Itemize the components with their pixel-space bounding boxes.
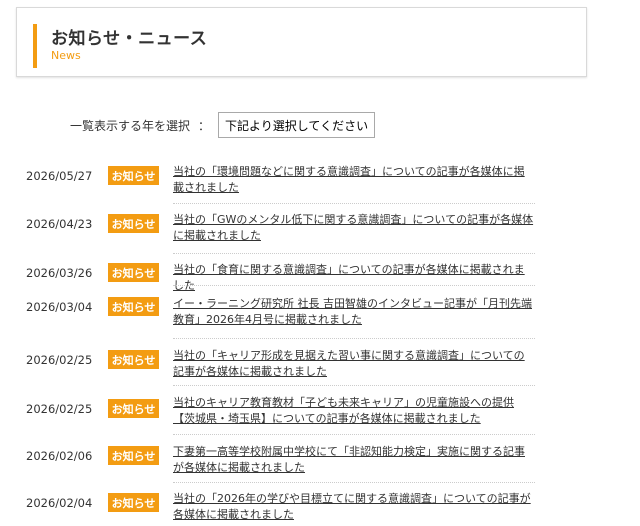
year-filter-colon: ：: [198, 118, 211, 133]
news-divider: [173, 253, 535, 254]
page-header: お知らせ・ニュース News: [16, 7, 587, 77]
news-date: 2026/03/04: [26, 300, 93, 314]
news-category-badge: お知らせ: [108, 350, 159, 369]
news-category-badge: お知らせ: [108, 399, 159, 418]
news-date: 2026/02/25: [26, 353, 93, 367]
page-title: お知らせ・ニュース: [51, 29, 208, 49]
news-date: 2026/02/25: [26, 402, 93, 416]
news-date: 2026/02/04: [26, 496, 93, 510]
news-divider: [173, 482, 535, 483]
news-divider: [173, 285, 535, 286]
news-category-badge: お知らせ: [108, 446, 159, 465]
news-category-badge: お知らせ: [108, 297, 159, 316]
news-title-link[interactable]: 当社の「GWのメンタル低下に関する意識調査」についての記事が各媒体に掲載されまし…: [173, 212, 535, 244]
news-title-link[interactable]: 当社の「2026年の学びや目標立てに関する意識調査」についての記事が各媒体に掲載…: [173, 491, 535, 523]
news-category-badge: お知らせ: [108, 493, 159, 512]
news-title-link[interactable]: 当社のキャリア教育教材「子ども未来キャリア」の児童施設への提供【茨城県・埼玉県】…: [173, 395, 535, 427]
news-title-link[interactable]: 当社の「環境問題などに関する意識調査」についての記事が各媒体に掲載されました: [173, 164, 535, 196]
year-select[interactable]: 下記より選択してください: [218, 112, 376, 138]
news-divider: [173, 338, 535, 339]
year-filter: 一覧表示する年を選択 ： 下記より選択してください: [70, 112, 376, 138]
page-subtitle: News: [51, 49, 81, 62]
news-category-badge: お知らせ: [108, 263, 159, 282]
header-accent-bar: [33, 24, 37, 68]
news-title-link[interactable]: 当社の「キャリア形成を見据えた習い事に関する意識調査」についての記事が各媒体に掲…: [173, 348, 535, 380]
news-date: 2026/02/06: [26, 449, 93, 463]
news-title-link[interactable]: 下妻第一高等学校附属中学校にて「非認知能力検定」実施に関する記事が各媒体に掲載さ…: [173, 444, 535, 476]
news-date: 2026/05/27: [26, 169, 93, 183]
news-divider: [173, 385, 535, 386]
news-date: 2026/04/23: [26, 217, 93, 231]
news-title-link[interactable]: イー・ラーニング研究所 社長 吉田智雄のインタビュー記事が「月刊先端教育」202…: [173, 296, 535, 328]
news-divider: [173, 203, 535, 204]
news-title-link[interactable]: 当社の「食育に関する意識調査」についての記事が各媒体に掲載されました: [173, 262, 535, 294]
news-category-badge: お知らせ: [108, 166, 159, 185]
news-divider: [173, 434, 535, 435]
year-filter-label: 一覧表示する年を選択: [70, 118, 191, 133]
news-date: 2026/03/26: [26, 266, 93, 280]
news-category-badge: お知らせ: [108, 214, 159, 233]
